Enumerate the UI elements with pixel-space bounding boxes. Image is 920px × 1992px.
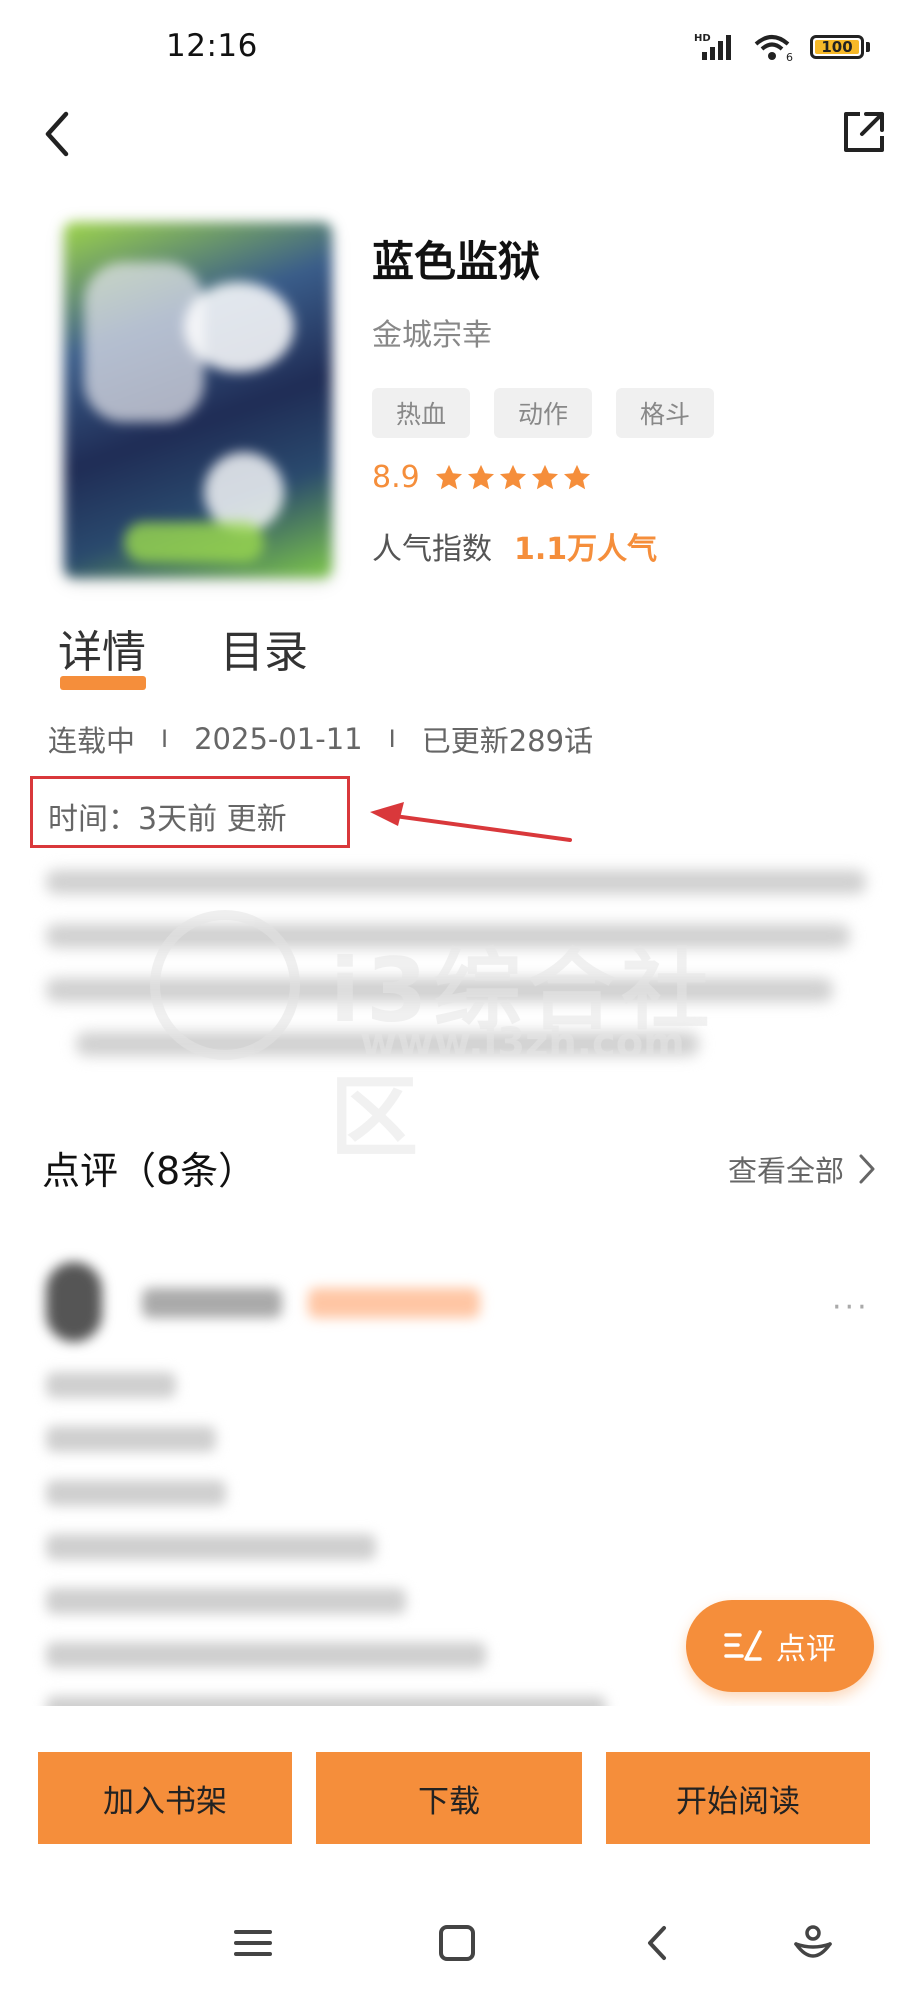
write-review-label: 点评 (776, 1632, 836, 1667)
share-button[interactable] (840, 108, 888, 156)
tab-details[interactable]: 详情 (58, 616, 146, 680)
home-icon[interactable] (432, 1918, 482, 1968)
rating: 8.9 (372, 460, 592, 495)
add-to-shelf-button[interactable]: 加入书架 (38, 1752, 292, 1844)
tag-item[interactable]: 格斗 (616, 388, 714, 438)
tab-active-indicator (60, 676, 146, 690)
popularity-label: 人气指数 (372, 532, 492, 567)
tag-list: 热血 动作 格斗 (372, 388, 714, 438)
back-nav-icon[interactable] (634, 1918, 684, 1968)
signal-icon: HD (694, 33, 731, 60)
update-date: 2025-01-11 (194, 722, 363, 756)
star-icon (467, 464, 494, 489)
review-content (46, 1372, 646, 1750)
tab-catalog[interactable]: 目录 (220, 616, 308, 680)
book-cover[interactable] (64, 222, 332, 578)
annotation-arrow-icon (370, 802, 572, 842)
star-icon (531, 464, 558, 489)
meta-separator: I (161, 725, 169, 753)
download-button[interactable]: 下载 (316, 1752, 582, 1844)
avatar[interactable] (46, 1262, 102, 1342)
wifi-label: 6 (786, 51, 793, 62)
meta-separator: I (388, 725, 396, 753)
book-meta: 连载中 I 2025-01-11 I 已更新289话 (48, 718, 593, 760)
review-badge (308, 1288, 480, 1318)
reviews-title: 点评（8条） (42, 1149, 257, 1193)
popularity: 人气指数 1.1万人气 (372, 524, 657, 568)
star-icon (499, 464, 526, 489)
tag-item[interactable]: 动作 (494, 388, 592, 438)
status-time: 12:16 (166, 28, 258, 64)
chevron-right-icon (859, 1154, 875, 1184)
start-reading-button[interactable]: 开始阅读 (606, 1752, 870, 1844)
watermark-logo-icon (150, 910, 300, 1060)
back-button[interactable] (40, 106, 80, 162)
rating-value: 8.9 (372, 460, 420, 495)
review-username[interactable] (142, 1288, 282, 1318)
view-all-link[interactable]: 查看全部 (728, 1148, 876, 1190)
watermark-url: www.i3zh.com (360, 1020, 685, 1066)
battery-level: 100 (815, 39, 859, 54)
rating-stars (434, 463, 592, 493)
watermark: i3综合社区 www.i3zh.com (150, 900, 770, 1169)
serial-status: 连载中 (48, 724, 136, 758)
edit-icon (724, 1630, 762, 1661)
network-label: HD (694, 33, 711, 44)
chevron-left-icon (45, 111, 69, 157)
write-review-button[interactable]: 点评 (686, 1600, 874, 1692)
book-author[interactable]: 金城宗幸 (372, 310, 492, 354)
update-time: 时间：3天前 更新 (48, 802, 287, 837)
star-icon (563, 464, 590, 489)
book-title: 蓝色监狱 (372, 237, 541, 286)
share-icon (844, 112, 884, 152)
battery-icon: 100 (810, 35, 870, 59)
view-all-label: 查看全部 (728, 1154, 845, 1188)
wifi-icon: 6 (754, 35, 793, 62)
menu-icon[interactable] (228, 1918, 278, 1968)
star-icon (435, 464, 462, 489)
more-options-icon[interactable]: ··· (832, 1290, 870, 1325)
episode-count: 已更新289话 (421, 724, 594, 758)
status-icons: HD 6 100 (694, 32, 870, 62)
tag-item[interactable]: 热血 (372, 388, 470, 438)
popularity-value: 1.1万人气 (514, 532, 658, 567)
assistant-icon[interactable] (788, 1918, 838, 1968)
